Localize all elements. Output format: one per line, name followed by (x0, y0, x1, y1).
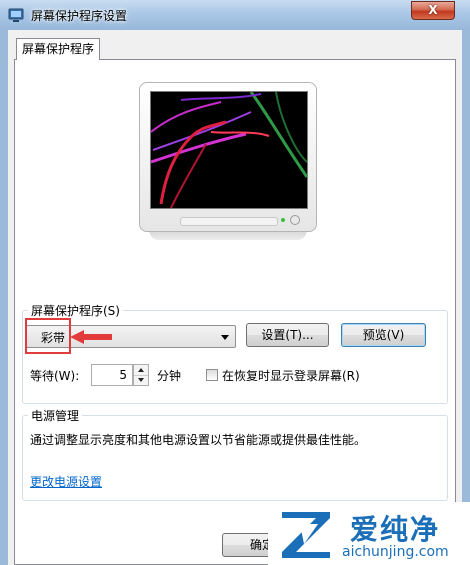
monitor-control-bar (180, 217, 278, 226)
power-description: 通过调整显示亮度和其他电源设置以节省能源或提供最佳性能。 (30, 433, 367, 447)
wait-label: 等待(W): (30, 369, 80, 383)
close-icon: X (428, 3, 438, 17)
wait-stepper (133, 364, 149, 386)
watermark-url: aichunjing.com (342, 544, 449, 560)
minutes-label: 分钟 (157, 369, 182, 383)
title-bar[interactable]: 屏幕保护程序设置 X (0, 0, 470, 30)
preview-screen (150, 91, 308, 209)
close-button[interactable]: X (411, 1, 455, 20)
power-led-icon (281, 218, 285, 222)
resume-logon-label[interactable]: 在恢复时显示登录屏幕(R) (222, 367, 360, 384)
ribbons-preview-image (151, 92, 307, 208)
screensaver-settings-window: 屏幕保护程序设置 X 屏幕保护程序 屏幕保护程序(S) 彩带 设置(T)... … (0, 0, 470, 565)
screensaver-group-label: 屏幕保护程序(S) (28, 302, 123, 319)
dialog-client-area: 屏幕保护程序 屏幕保护程序(S) 彩带 设置(T)... 预览(V) 等待(W)… (8, 30, 462, 565)
dropdown-arrow-icon (221, 335, 229, 340)
monitor-power-icon (290, 215, 300, 225)
change-power-settings-link[interactable]: 更改电源设置 (30, 473, 102, 490)
window-title: 屏幕保护程序设置 (31, 9, 128, 23)
decrement-arrow-icon[interactable] (134, 375, 148, 385)
annotation-arrow-icon (70, 330, 112, 344)
preview-button[interactable]: 预览(V) (341, 323, 426, 347)
settings-button[interactable]: 设置(T)... (246, 323, 329, 347)
monitor-preview (139, 82, 317, 242)
monitor-bezel (139, 82, 317, 232)
watermark: 爱纯净 aichunjing.com (268, 502, 470, 565)
highlight-box (25, 318, 71, 354)
screensaver-app-icon (8, 8, 24, 22)
resume-logon-checkbox[interactable] (206, 369, 218, 381)
tab-screensaver[interactable]: 屏幕保护程序 (16, 38, 100, 60)
power-group-label: 电源管理 (28, 407, 83, 424)
watermark-logo-icon (282, 512, 330, 558)
wait-minutes-input[interactable]: 5 (91, 364, 133, 386)
watermark-brand: 爱纯净 (350, 513, 441, 546)
